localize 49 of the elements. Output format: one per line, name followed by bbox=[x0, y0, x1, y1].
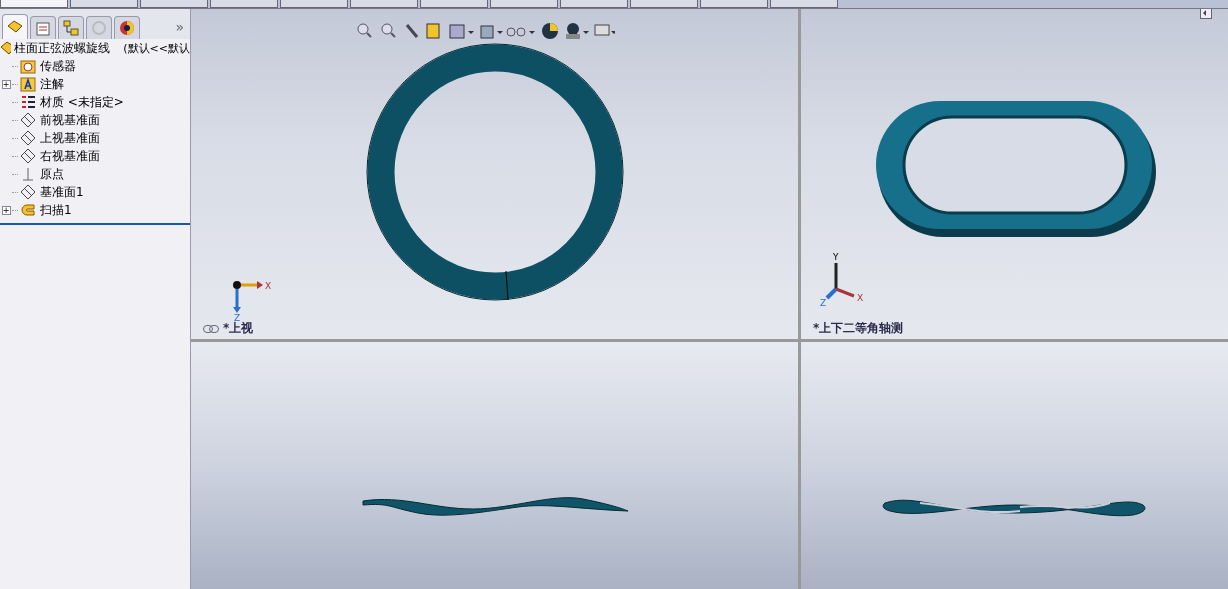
origin-icon bbox=[20, 166, 36, 182]
tree-item[interactable]: 传感器 bbox=[40, 57, 76, 75]
configuration-label: (默认<<默认 bbox=[123, 40, 190, 56]
clipboard-icon bbox=[34, 19, 52, 37]
ribbon-tab[interactable] bbox=[210, 0, 278, 8]
circle-icon bbox=[90, 19, 108, 37]
ribbon-tab[interactable] bbox=[700, 0, 768, 8]
ribbon-tab[interactable] bbox=[350, 0, 418, 8]
tree-item[interactable]: 前视基准面 bbox=[40, 111, 100, 129]
view-name: *上视 bbox=[223, 320, 254, 337]
ribbon-tab[interactable] bbox=[70, 0, 138, 8]
expand-toggle[interactable]: + bbox=[1, 205, 11, 215]
tree-item[interactable]: 原点 bbox=[40, 165, 64, 183]
material-icon bbox=[20, 94, 36, 110]
more-tabs-button[interactable]: » bbox=[171, 19, 188, 39]
folder-icon bbox=[20, 58, 36, 74]
tree-icon bbox=[62, 19, 80, 37]
view-name: *上下二等角轴测 bbox=[813, 320, 904, 337]
tree-root-label[interactable]: 柱面正弦波螺旋线 bbox=[14, 39, 111, 57]
plane-icon bbox=[20, 112, 36, 128]
part-icon bbox=[0, 41, 12, 55]
ribbon-tab[interactable] bbox=[140, 0, 208, 8]
expand-toggle[interactable]: + bbox=[1, 79, 11, 89]
ribbon-tab[interactable] bbox=[630, 0, 698, 8]
plane-icon bbox=[20, 184, 36, 200]
ribbon-tab[interactable] bbox=[420, 0, 488, 8]
panel-tab[interactable] bbox=[114, 16, 140, 39]
tree-item[interactable]: 材质 <未指定> bbox=[40, 93, 124, 111]
ribbon-tab[interactable] bbox=[0, 0, 68, 8]
tree-item[interactable]: 基准面1 bbox=[40, 183, 84, 201]
ribbon-tab[interactable] bbox=[490, 0, 558, 8]
tree-item[interactable]: 上视基准面 bbox=[40, 129, 100, 147]
viewport[interactable]: X Z *上视 bbox=[191, 9, 798, 339]
ribbon-tab[interactable] bbox=[280, 0, 348, 8]
letter-a-icon bbox=[20, 76, 36, 92]
sweep-icon bbox=[20, 202, 36, 218]
tree-item[interactable]: 扫描1 bbox=[40, 201, 72, 219]
sphere-icon bbox=[118, 19, 136, 37]
panel-tab[interactable] bbox=[2, 14, 28, 39]
ribbon-tab[interactable] bbox=[560, 0, 628, 8]
plane-icon bbox=[20, 130, 36, 146]
view-tools-icon[interactable] bbox=[355, 21, 615, 41]
tree-item[interactable]: 右视基准面 bbox=[40, 147, 100, 165]
plane-icon bbox=[20, 148, 36, 164]
ribbon-tab[interactable] bbox=[770, 0, 838, 8]
viewport[interactable]: Y X Z *上下二等角轴测 bbox=[801, 9, 1228, 339]
tree-item[interactable]: 注解 bbox=[40, 75, 64, 93]
split-icon[interactable] bbox=[1200, 9, 1212, 19]
link-icon[interactable] bbox=[203, 324, 219, 333]
